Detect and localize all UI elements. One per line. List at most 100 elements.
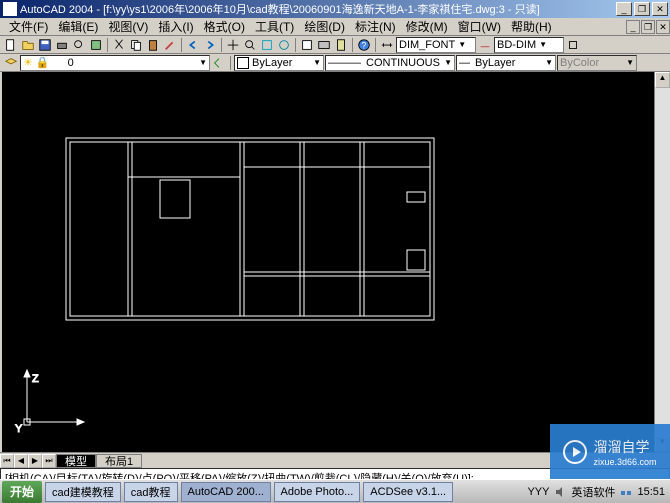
tray-clock: 15:51 bbox=[637, 486, 665, 498]
menu-edit[interactable]: 编辑(E) bbox=[53, 17, 103, 36]
redo-icon[interactable] bbox=[202, 37, 218, 53]
taskbar-item-active[interactable]: AutoCAD 200... bbox=[181, 482, 271, 502]
toolbar-separator bbox=[375, 38, 376, 52]
chevron-down-icon: ▼ bbox=[444, 58, 452, 67]
watermark-logo: 溜溜自学 zixue.3d66.com bbox=[550, 424, 670, 479]
toolpalette-icon[interactable] bbox=[333, 37, 349, 53]
dim-style-dropdown[interactable]: DIM_FONT ▼ bbox=[396, 37, 476, 53]
window-controls: _ ❐ ✕ bbox=[614, 2, 668, 16]
doc-window-controls: _ ❐ ✕ bbox=[625, 20, 670, 34]
print-icon[interactable] bbox=[54, 37, 70, 53]
menu-tools[interactable]: 工具(T) bbox=[250, 17, 299, 36]
zoom-realtime-icon[interactable] bbox=[242, 37, 258, 53]
ucs-z-label: Z bbox=[32, 373, 39, 385]
tray-text: YYY bbox=[527, 486, 549, 498]
dim-style2-dropdown[interactable]: BD-DIM ▼ bbox=[494, 37, 564, 53]
match-icon[interactable] bbox=[162, 37, 178, 53]
publish-icon[interactable] bbox=[88, 37, 104, 53]
drawing-viewport[interactable]: Z Y bbox=[2, 72, 654, 452]
pan-icon[interactable] bbox=[225, 37, 241, 53]
menu-draw[interactable]: 绘图(D) bbox=[299, 17, 350, 36]
menu-modify[interactable]: 修改(M) bbox=[401, 17, 453, 36]
minimize-button[interactable]: _ bbox=[616, 2, 632, 16]
cut-icon[interactable] bbox=[111, 37, 127, 53]
layer-previous-icon[interactable] bbox=[211, 55, 227, 71]
tab-last-icon[interactable]: ⏭ bbox=[42, 454, 56, 468]
taskbar-item[interactable]: ACDSee v3.1... bbox=[363, 482, 453, 502]
dim-style-value: DIM_FONT bbox=[399, 39, 455, 51]
menu-bar: 文件(F) 编辑(E) 视图(V) 插入(I) 格式(O) 工具(T) 绘图(D… bbox=[0, 18, 670, 36]
paste-icon[interactable] bbox=[145, 37, 161, 53]
scroll-track[interactable] bbox=[655, 88, 670, 436]
layer-color-swatch bbox=[53, 57, 65, 69]
tray-network-icon[interactable] bbox=[619, 485, 633, 499]
menu-format[interactable]: 格式(O) bbox=[199, 17, 250, 36]
doc-minimize-button[interactable]: _ bbox=[626, 20, 640, 34]
menu-window[interactable]: 窗口(W) bbox=[453, 17, 506, 36]
taskbar-item[interactable]: Adobe Photo... bbox=[274, 482, 361, 502]
tray-volume-icon[interactable] bbox=[553, 485, 567, 499]
start-label: 开始 bbox=[10, 483, 34, 500]
new-icon[interactable] bbox=[3, 37, 19, 53]
tab-first-icon[interactable]: ⏮ bbox=[0, 454, 14, 468]
title-bar: AutoCAD 2004 - [f:\yy\ys1\2006年\2006年10月… bbox=[0, 0, 670, 18]
lineweight-value: ByLayer bbox=[475, 57, 515, 69]
properties-toolbar: ☀ 🔒 0 ▼ ByLayer ▼ ——— CONTINUOUS ▼ — ByL… bbox=[0, 54, 670, 72]
plotstyle-value: ByColor bbox=[560, 57, 599, 69]
designcenter-icon[interactable] bbox=[316, 37, 332, 53]
app-icon bbox=[3, 2, 17, 16]
menu-insert[interactable]: 插入(I) bbox=[153, 17, 198, 36]
save-icon[interactable] bbox=[37, 37, 53, 53]
windows-taskbar: 开始 cad建模教程 cad教程 AutoCAD 200... Adobe Ph… bbox=[0, 479, 670, 503]
tab-model[interactable]: 模型 bbox=[56, 454, 96, 468]
taskbar-item[interactable]: cad建模教程 bbox=[45, 482, 121, 502]
layer-dropdown[interactable]: ☀ 🔒 0 ▼ bbox=[20, 55, 210, 71]
copy-icon[interactable] bbox=[128, 37, 144, 53]
doc-restore-button[interactable]: ❐ bbox=[641, 20, 655, 34]
properties-icon[interactable] bbox=[299, 37, 315, 53]
vertical-scrollbar[interactable]: ▲ ▼ bbox=[654, 72, 670, 452]
menu-view[interactable]: 视图(V) bbox=[103, 17, 153, 36]
scroll-up-icon[interactable]: ▲ bbox=[655, 72, 670, 88]
plotstyle-dropdown[interactable]: ByColor ▼ bbox=[557, 55, 637, 71]
linetype-dropdown[interactable]: ——— CONTINUOUS ▼ bbox=[325, 55, 455, 71]
chevron-down-icon: ▼ bbox=[545, 58, 553, 67]
standard-toolbar: ? DIM_FONT ▼ BD-DIM ▼ bbox=[0, 36, 670, 54]
zoom-window-icon[interactable] bbox=[259, 37, 275, 53]
doc-close-button[interactable]: ✕ bbox=[656, 20, 670, 34]
help-icon[interactable]: ? bbox=[356, 37, 372, 53]
color-swatch bbox=[237, 57, 249, 69]
start-button[interactable]: 开始 bbox=[2, 481, 42, 503]
toolbar-separator bbox=[107, 38, 108, 52]
maximize-button[interactable]: ❐ bbox=[634, 2, 650, 16]
chevron-down-icon: ▼ bbox=[539, 40, 547, 49]
menu-dimension[interactable]: 标注(N) bbox=[350, 17, 401, 36]
dim-style2-value: BD-DIM bbox=[497, 39, 536, 51]
menu-help[interactable]: 帮助(H) bbox=[506, 17, 557, 36]
dim-update-icon[interactable] bbox=[565, 37, 581, 53]
lineweight-dropdown[interactable]: — ByLayer ▼ bbox=[456, 55, 556, 71]
open-icon[interactable] bbox=[20, 37, 36, 53]
chevron-down-icon: ▼ bbox=[313, 58, 321, 67]
linetype-value: CONTINUOUS bbox=[366, 57, 440, 69]
dim-tool-icon[interactable] bbox=[477, 37, 493, 53]
tab-prev-icon[interactable]: ◀ bbox=[14, 454, 28, 468]
undo-icon[interactable] bbox=[185, 37, 201, 53]
zoom-previous-icon[interactable] bbox=[276, 37, 292, 53]
tab-next-icon[interactable]: ▶ bbox=[28, 454, 42, 468]
chevron-down-icon: ▼ bbox=[199, 58, 207, 67]
tray-ime[interactable]: 英语软件 bbox=[571, 484, 615, 500]
close-button[interactable]: ✕ bbox=[652, 2, 668, 16]
system-tray: YYY 英语软件 15:51 bbox=[522, 484, 670, 500]
chevron-down-icon: ▼ bbox=[626, 58, 634, 67]
cad-drawing bbox=[2, 72, 654, 452]
taskbar-item[interactable]: cad教程 bbox=[124, 482, 178, 502]
dim-linear-icon[interactable] bbox=[379, 37, 395, 53]
layer-manager-icon[interactable] bbox=[3, 55, 19, 71]
preview-icon[interactable] bbox=[71, 37, 87, 53]
tab-layout1[interactable]: 布局1 bbox=[96, 454, 142, 468]
color-dropdown[interactable]: ByLayer ▼ bbox=[234, 55, 324, 71]
viewport-container: Z Y ▲ ▼ bbox=[0, 72, 670, 452]
color-value: ByLayer bbox=[252, 57, 292, 69]
menu-file[interactable]: 文件(F) bbox=[4, 17, 53, 36]
